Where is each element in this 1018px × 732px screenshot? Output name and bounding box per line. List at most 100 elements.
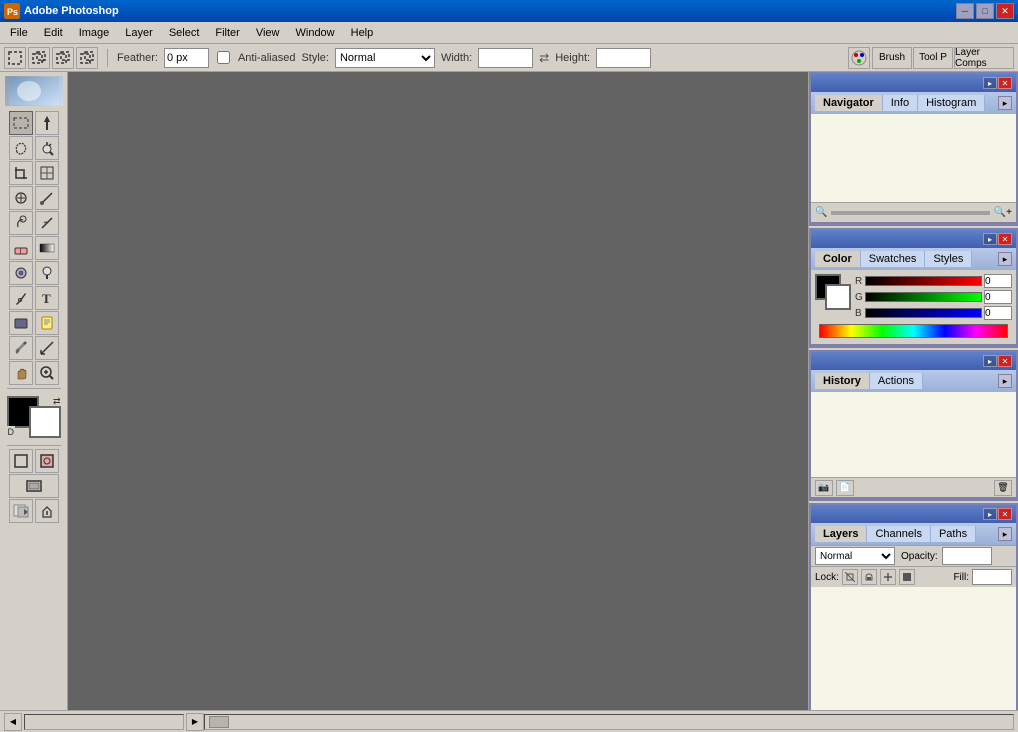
scroll-thumb-h[interactable] <box>209 716 229 728</box>
history-panel-close-btn[interactable]: ✕ <box>998 355 1012 367</box>
delete-history-btn[interactable]: 🗑 <box>994 480 1012 496</box>
menu-help[interactable]: Help <box>343 25 382 41</box>
menu-view[interactable]: View <box>248 25 288 41</box>
background-color[interactable] <box>29 406 61 438</box>
tab-swatches[interactable]: Swatches <box>861 251 926 267</box>
jump-to-imageready-btn[interactable] <box>9 499 33 523</box>
minimize-button[interactable]: ─ <box>956 3 974 19</box>
navigator-panel-close-btn[interactable]: ✕ <box>998 77 1012 89</box>
quick-mask-btn[interactable] <box>35 449 59 473</box>
navigator-panel-expand-btn[interactable]: ▸ <box>983 77 997 89</box>
width-input[interactable] <box>478 48 533 68</box>
measure-tool[interactable] <box>35 336 59 360</box>
dodge-tool[interactable] <box>35 261 59 285</box>
tab-actions[interactable]: Actions <box>870 373 923 389</box>
height-input[interactable] <box>596 48 651 68</box>
color-spectrum-bar[interactable] <box>819 324 1008 338</box>
magic-wand-tool[interactable] <box>35 136 59 160</box>
navigator-options-btn[interactable]: ▸ <box>998 96 1012 110</box>
zoom-slider[interactable] <box>831 211 989 215</box>
blend-mode-select[interactable]: Normal <box>815 547 895 565</box>
status-next-btn[interactable]: ▶ <box>186 713 204 731</box>
menu-edit[interactable]: Edit <box>36 25 71 41</box>
healing-tool[interactable] <box>9 186 33 210</box>
hand-tool[interactable] <box>9 361 33 385</box>
standard-mode-btn[interactable] <box>9 449 33 473</box>
lock-all-btn[interactable] <box>899 569 915 585</box>
lasso-tool[interactable] <box>9 136 33 160</box>
menu-filter[interactable]: Filter <box>207 25 247 41</box>
clone-tool[interactable] <box>9 211 33 235</box>
create-new-document-btn[interactable]: 📄 <box>836 480 854 496</box>
history-brush-tool[interactable] <box>35 211 59 235</box>
anti-aliased-checkbox[interactable] <box>217 51 230 64</box>
g-value-input[interactable] <box>984 290 1012 304</box>
tab-color[interactable]: Color <box>815 251 861 267</box>
layers-panel-expand-btn[interactable]: ▸ <box>983 508 997 520</box>
tab-info[interactable]: Info <box>883 95 918 111</box>
default-colors-icon[interactable]: D <box>7 426 16 438</box>
tab-paths[interactable]: Paths <box>931 526 976 542</box>
extra-btn[interactable] <box>35 499 59 523</box>
layers-panel-close-btn[interactable]: ✕ <box>998 508 1012 520</box>
lock-transparent-btn[interactable] <box>842 569 858 585</box>
b-value-input[interactable] <box>984 306 1012 320</box>
tab-layers[interactable]: Layers <box>815 526 867 542</box>
swap-dimensions-icon[interactable]: ⇄ <box>539 51 549 65</box>
brush-tool[interactable] <box>35 186 59 210</box>
zoom-tool[interactable] <box>35 361 59 385</box>
lock-image-btn[interactable] <box>861 569 877 585</box>
tab-histogram[interactable]: Histogram <box>918 95 985 111</box>
slice-tool[interactable] <box>35 161 59 185</box>
swap-colors-icon[interactable]: ⇄ <box>53 396 61 407</box>
subtract-selection-btn[interactable]: - <box>52 47 74 69</box>
r-value-input[interactable] <box>984 274 1012 288</box>
tab-styles[interactable]: Styles <box>925 251 972 267</box>
color-options-btn[interactable]: ▸ <box>998 252 1012 266</box>
marquee-tool[interactable] <box>9 111 33 135</box>
maximize-button[interactable]: □ <box>976 3 994 19</box>
screen-mode-btn[interactable] <box>9 474 59 498</box>
history-options-btn[interactable]: ▸ <box>998 374 1012 388</box>
new-snapshot-btn[interactable]: 📷 <box>815 480 833 496</box>
feather-input[interactable] <box>164 48 209 68</box>
scroll-bar-h[interactable] <box>204 714 1014 730</box>
tab-navigator[interactable]: Navigator <box>815 95 883 111</box>
menu-window[interactable]: Window <box>288 25 343 41</box>
add-selection-btn[interactable]: + <box>28 47 50 69</box>
r-slider[interactable] <box>865 276 982 286</box>
notes-tool[interactable] <box>35 311 59 335</box>
zoom-in-icon[interactable]: 🔍+ <box>994 207 1012 218</box>
lock-position-btn[interactable] <box>880 569 896 585</box>
status-prev-btn[interactable]: ◀ <box>4 713 22 731</box>
gradient-tool[interactable] <box>35 236 59 260</box>
menu-layer[interactable]: Layer <box>117 25 161 41</box>
g-slider[interactable] <box>865 292 982 302</box>
layer-comps-tab[interactable]: Layer Comps <box>954 47 1014 69</box>
color-panel-expand-btn[interactable]: ▸ <box>983 233 997 245</box>
tab-channels[interactable]: Channels <box>867 526 930 542</box>
layers-options-btn[interactable]: ▸ <box>998 527 1012 541</box>
menu-file[interactable]: File <box>2 25 36 41</box>
shape-tool[interactable] <box>9 311 33 335</box>
pen-tool[interactable] <box>9 286 33 310</box>
color-panel-close-btn[interactable]: ✕ <box>998 233 1012 245</box>
zoom-out-icon[interactable]: 🔍 <box>815 207 827 218</box>
tool-presets-tab[interactable]: Tool P <box>913 47 953 69</box>
text-tool[interactable]: T <box>35 286 59 310</box>
eyedropper-tool[interactable] <box>9 336 33 360</box>
new-selection-btn[interactable] <box>4 47 26 69</box>
blur-tool[interactable] <box>9 261 33 285</box>
menu-image[interactable]: Image <box>71 25 118 41</box>
bg-color-swatch[interactable] <box>825 284 851 310</box>
fill-input[interactable] <box>972 569 1012 585</box>
history-panel-expand-btn[interactable]: ▸ <box>983 355 997 367</box>
crop-tool[interactable] <box>9 161 33 185</box>
tab-history[interactable]: History <box>815 373 870 389</box>
b-slider[interactable] <box>865 308 982 318</box>
move-tool[interactable] <box>35 111 59 135</box>
palette-btn[interactable] <box>848 47 870 69</box>
style-select[interactable]: Normal Fixed Aspect Ratio Fixed Size <box>335 48 435 68</box>
brushes-tab[interactable]: Brush <box>872 47 912 69</box>
menu-select[interactable]: Select <box>161 25 208 41</box>
